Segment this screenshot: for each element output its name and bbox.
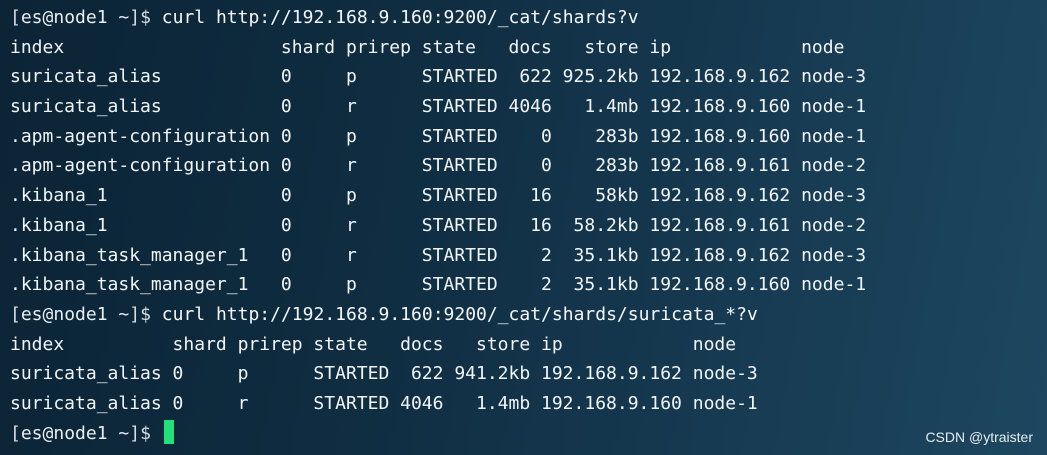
prompt-close-bracket: ]$	[129, 303, 162, 325]
prompt-path: ~	[107, 7, 130, 28]
terminal-output[interactable]: [es@node1 ~]$ curl http://192.168.9.160:…	[10, 3, 1040, 448]
prompt-line-3[interactable]: [es@node1 ~]$	[10, 419, 1040, 449]
output-line: .apm-agent-configuration 0 r STARTED 0 2…	[10, 155, 867, 177]
prompt-open-bracket: [	[10, 303, 21, 325]
prompt-open-bracket: [	[10, 7, 21, 28]
prompt-user: es	[20, 422, 43, 444]
prompt-path: ~	[107, 422, 130, 444]
output-line: suricata_alias 0 r STARTED 4046 1.4mb 19…	[10, 96, 867, 118]
output-line: .apm-agent-configuration 0 p STARTED 0 2…	[10, 125, 867, 147]
output-line: .kibana_task_manager_1 0 r STARTED 2 35.…	[10, 244, 867, 266]
output-line: .kibana_1 0 p STARTED 16 58kb 192.168.9.…	[10, 185, 867, 207]
output-line: index shard prirep state docs store ip n…	[10, 333, 737, 355]
prompt-host: node1	[53, 422, 108, 444]
prompt-line-1: [es@node1 ~]$ curl http://192.168.9.160:…	[10, 3, 1040, 33]
prompt-at: @	[42, 422, 54, 444]
output-line: suricata_alias 0 p STARTED 622 941.2kb 1…	[10, 363, 758, 385]
prompt-line-2: [es@node1 ~]$ curl http://192.168.9.160:…	[10, 300, 1040, 330]
text-cursor	[163, 419, 174, 444]
command-text: curl http://192.168.9.160:9200/_cat/shar…	[161, 7, 639, 28]
watermark: CSDN @ytraister	[925, 429, 1033, 445]
output-line: .kibana_task_manager_1 0 p STARTED 2 35.…	[10, 274, 867, 296]
prompt-close-bracket: ]$	[129, 422, 162, 444]
prompt-at: @	[42, 7, 54, 28]
prompt-path: ~	[107, 303, 130, 325]
prompt-host: node1	[53, 303, 108, 325]
prompt-open-bracket: [	[10, 422, 21, 444]
command-text: curl http://192.168.9.160:9200/_cat/shar…	[161, 303, 758, 325]
output-line: .kibana_1 0 r STARTED 16 58.2kb 192.168.…	[10, 214, 867, 236]
prompt-at: @	[42, 303, 54, 325]
output-line: suricata_alias 0 r STARTED 4046 1.4mb 19…	[10, 392, 758, 414]
prompt-user: es	[20, 303, 43, 325]
output-line: suricata_alias 0 p STARTED 622 925.2kb 1…	[10, 66, 867, 88]
prompt-host: node1	[53, 7, 108, 28]
output-line: index shard prirep state docs store ip n…	[10, 36, 845, 58]
prompt-user: es	[20, 7, 43, 28]
prompt-close-bracket: ]$	[129, 7, 162, 28]
